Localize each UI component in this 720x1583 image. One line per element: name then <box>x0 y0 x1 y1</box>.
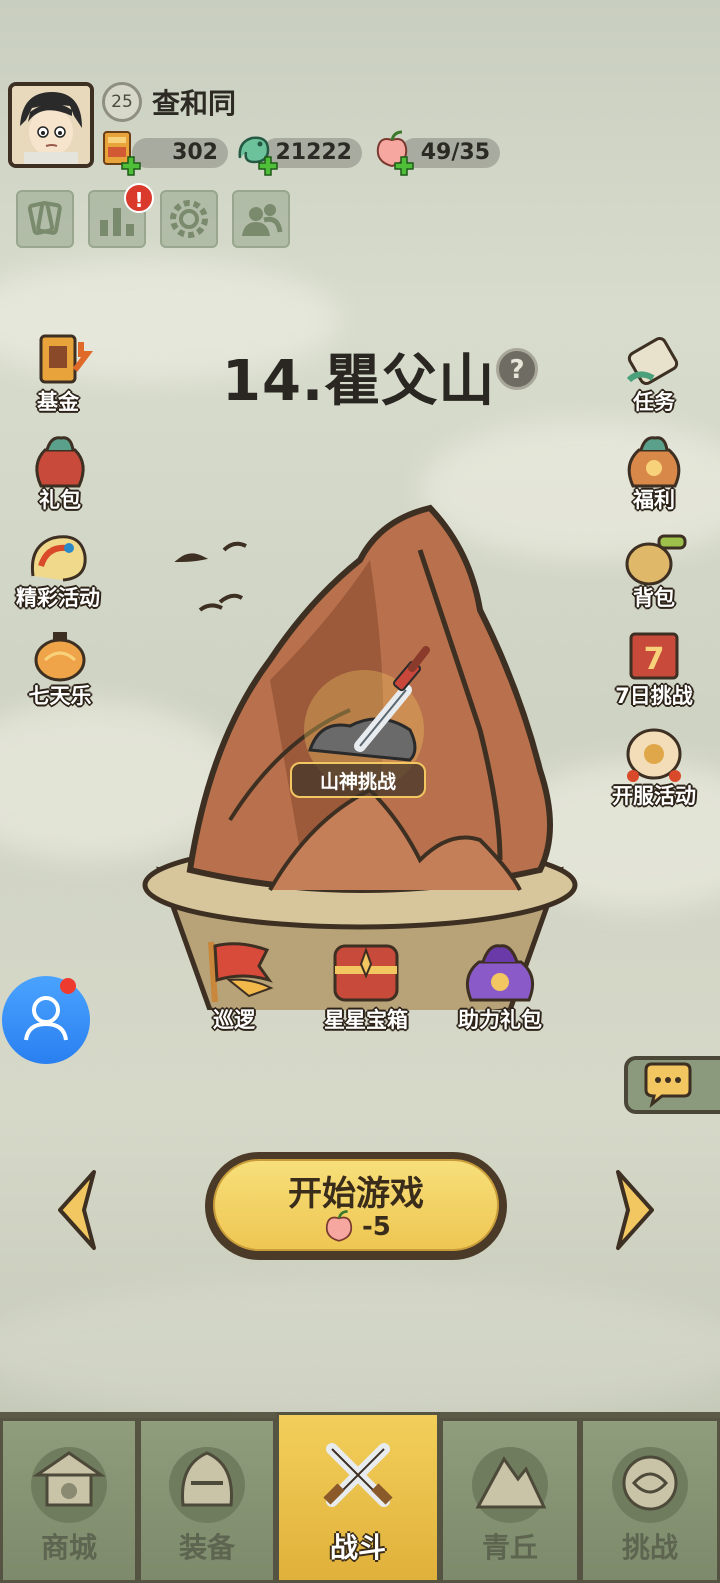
player-name: 查和同 <box>152 87 237 120</box>
friends-button[interactable] <box>232 190 290 248</box>
mountain-stage-illustration[interactable] <box>120 490 600 1010</box>
friends-icon <box>242 204 283 236</box>
stage-help-button[interactable]: ? <box>496 348 538 390</box>
add-tickets-icon[interactable] <box>121 156 141 176</box>
tab-shop[interactable]: 商城 <box>0 1418 138 1583</box>
star-chest-label: 星星宝箱 <box>324 1008 408 1032</box>
add-stamina-icon[interactable] <box>394 156 414 176</box>
settings-button[interactable] <box>160 190 218 248</box>
patrol-label: 巡逻 <box>213 1008 255 1032</box>
cards-button[interactable] <box>16 190 74 248</box>
helmet-icon <box>169 1447 245 1523</box>
chat-bubble-icon <box>644 1062 692 1108</box>
mountain-peak-icon <box>472 1447 548 1523</box>
lantern-icon <box>34 632 86 682</box>
crossed-swords-icon <box>323 1443 393 1507</box>
tab-battle[interactable]: 战斗 <box>276 1412 440 1583</box>
assist-gift-label: 助力礼包 <box>458 1008 542 1032</box>
gift-pack-menu-button[interactable]: 礼包 <box>10 428 110 514</box>
next-stage-arrow-icon[interactable] <box>610 1168 660 1252</box>
welfare-bag-icon <box>627 436 681 488</box>
seven-day-challenge-menu-button[interactable]: 7 7日挑战 <box>604 624 704 710</box>
dragon-event-icon <box>30 535 87 582</box>
seven-day-challenge-label: 7日挑战 <box>615 684 693 708</box>
add-jade-icon[interactable] <box>258 156 278 176</box>
challenge-orb-icon <box>612 1447 688 1523</box>
star-chest-button[interactable]: 星星宝箱 <box>308 936 424 1034</box>
customer-service-button[interactable] <box>2 976 90 1064</box>
player-level-badge: 25 <box>102 82 142 122</box>
tab-qingqiu[interactable]: 青丘 <box>440 1418 580 1583</box>
quest-scroll-icon <box>626 336 679 386</box>
tab-shop-label: 商城 <box>40 1531 97 1564</box>
assist-gift-button[interactable]: 助力礼包 <box>446 936 554 1034</box>
tab-battle-label: 战斗 <box>329 1531 386 1564</box>
tab-challenge[interactable]: 挑战 <box>580 1418 720 1583</box>
events-label: 精彩活动 <box>16 586 100 610</box>
server-event-label: 开服活动 <box>612 784 696 808</box>
tab-equipment-label: 装备 <box>178 1531 235 1564</box>
welfare-menu-button[interactable]: 福利 <box>604 428 704 514</box>
previous-stage-arrow-icon[interactable] <box>52 1168 102 1252</box>
assist-gift-bag-icon <box>465 944 535 1002</box>
fund-icon <box>39 334 93 384</box>
svg-text:7: 7 <box>644 642 665 677</box>
settings-gear-icon <box>170 200 208 238</box>
ticket-counter: 302 <box>132 138 228 168</box>
tab-equipment[interactable]: 装备 <box>138 1418 276 1583</box>
player-avatar[interactable] <box>8 82 94 168</box>
tab-qingqiu-label: 青丘 <box>481 1531 538 1564</box>
chat-button[interactable] <box>624 1056 720 1114</box>
star-chest-icon <box>333 944 399 1002</box>
patrol-button[interactable]: 巡逻 <box>178 936 290 1034</box>
ranking-alert-badge: ! <box>124 183 154 213</box>
avatar-portrait-icon <box>12 86 90 164</box>
patrol-flag-icon <box>208 941 274 1003</box>
notification-dot <box>60 978 76 994</box>
challenge-banner-icon: 7 <box>629 632 679 680</box>
server-event-menu-button[interactable]: 开服活动 <box>604 724 704 810</box>
stage-title: 14.瞿父山 <box>222 349 496 414</box>
seven-days-menu-button[interactable]: 七天乐 <box>10 624 110 710</box>
mountain-god-challenge-label[interactable]: 山神挑战 <box>290 762 426 798</box>
server-drum-icon <box>626 728 682 782</box>
gift-bag-icon <box>35 436 85 488</box>
cards-icon <box>27 200 62 236</box>
start-game-cost: -5 <box>362 1212 391 1242</box>
shop-pavilion-icon <box>31 1447 107 1523</box>
user-profile-icon <box>24 996 68 1041</box>
fund-menu-button[interactable]: 基金 <box>8 330 108 416</box>
backpack-menu-button[interactable]: 背包 <box>604 526 704 612</box>
quests-menu-button[interactable]: 任务 <box>604 330 704 416</box>
events-menu-button[interactable]: 精彩活动 <box>8 526 108 612</box>
tab-challenge-label: 挑战 <box>621 1531 678 1564</box>
backpack-icon <box>625 534 687 586</box>
stamina-counter: 49/35 <box>400 138 500 168</box>
peach-cost-icon <box>325 1210 353 1242</box>
